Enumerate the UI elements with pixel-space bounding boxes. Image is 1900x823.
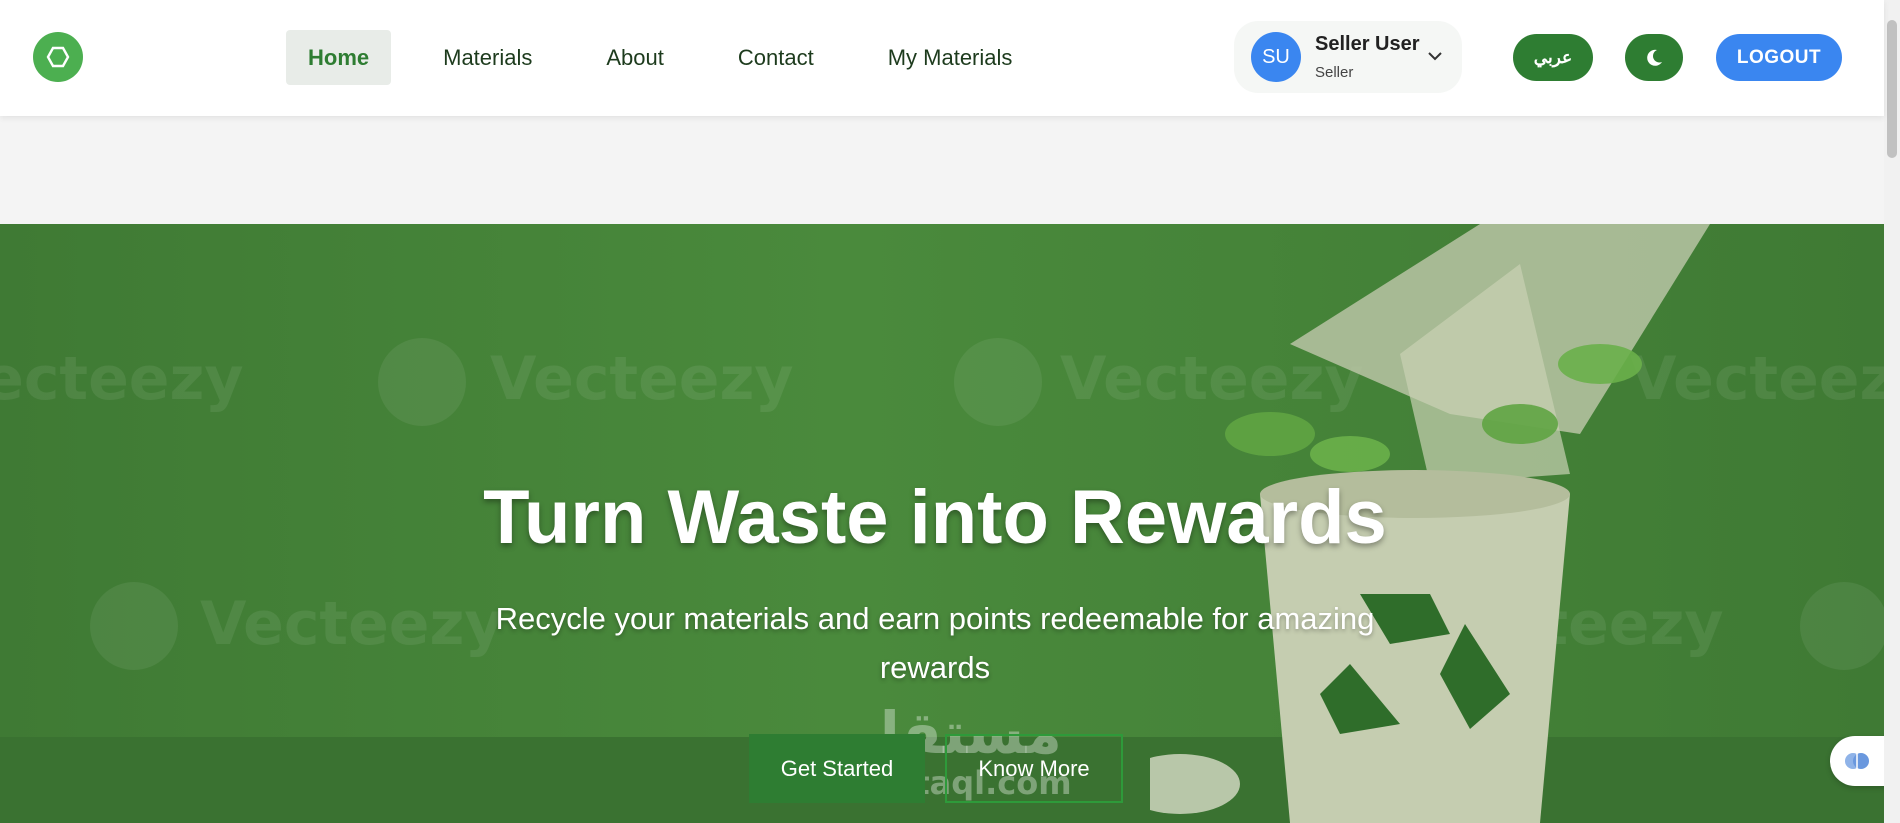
- watermark-text: Vecteezy: [200, 589, 504, 659]
- floating-assistant-button[interactable]: [1830, 736, 1890, 786]
- nav-materials[interactable]: Materials: [421, 30, 554, 85]
- watermark-text: Vecteezy: [490, 344, 794, 414]
- watermark-mark: [1800, 582, 1884, 670]
- get-started-button[interactable]: Get Started: [749, 734, 925, 803]
- scrollbar-thumb[interactable]: [1887, 20, 1897, 158]
- logout-button[interactable]: LOGOUT: [1716, 34, 1842, 81]
- avatar: SU: [1251, 32, 1301, 82]
- user-role: Seller: [1315, 64, 1354, 81]
- watermark-text: Vecteezy: [0, 344, 244, 414]
- top-navbar: Home Materials About Contact My Material…: [0, 0, 1884, 116]
- brain-icon: [1845, 753, 1869, 769]
- hexagon-logo-icon: [46, 46, 70, 68]
- nav-home[interactable]: Home: [286, 30, 392, 85]
- hero-subtitle: Recycle your materials and earn points r…: [495, 601, 1375, 685]
- moon-icon: [1647, 49, 1662, 66]
- nav-contact[interactable]: Contact: [716, 30, 836, 85]
- chevron-down-icon[interactable]: [1426, 47, 1444, 65]
- language-toggle-button[interactable]: عربي: [1513, 34, 1593, 81]
- hero-title: Turn Waste into Rewards: [483, 475, 1387, 560]
- user-menu[interactable]: SU Seller User Seller: [1234, 21, 1462, 93]
- hero-section: Vecteezy Vecteezy Vecteezy Vecteezy Vect…: [0, 224, 1884, 823]
- watermark-mark: [378, 338, 466, 426]
- know-more-button[interactable]: Know More: [945, 734, 1123, 803]
- logo[interactable]: [33, 32, 83, 82]
- page-scrollbar[interactable]: [1884, 0, 1900, 823]
- main-nav: Home Materials About Contact My Material…: [286, 30, 1064, 85]
- nav-about[interactable]: About: [584, 30, 686, 85]
- theme-toggle-button[interactable]: [1625, 34, 1683, 81]
- watermark-mark: [954, 338, 1042, 426]
- nav-my-materials[interactable]: My Materials: [866, 30, 1035, 85]
- watermark-mark: [90, 582, 178, 670]
- user-info: Seller User Seller: [1315, 33, 1420, 81]
- user-name: Seller User: [1315, 33, 1420, 55]
